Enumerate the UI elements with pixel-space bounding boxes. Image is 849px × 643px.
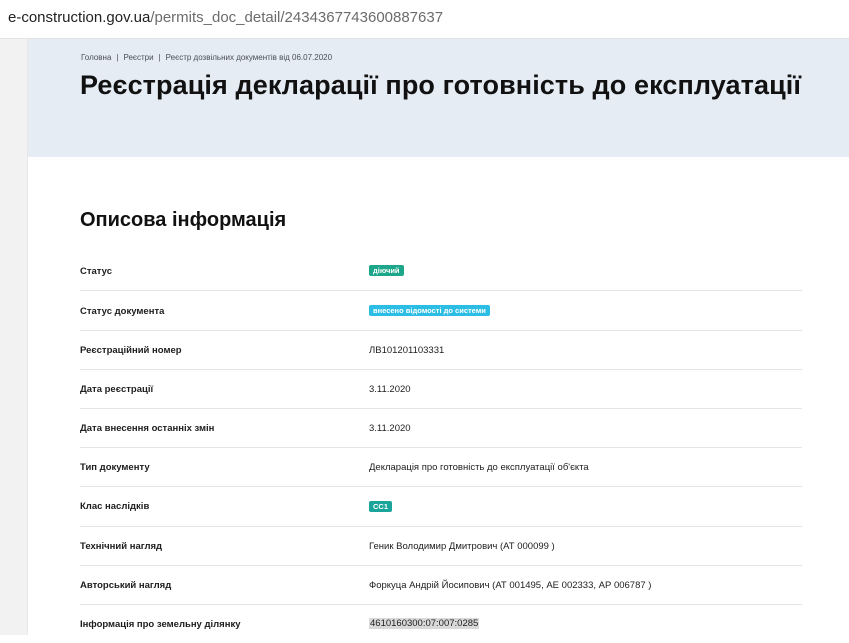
breadcrumb-separator: |	[158, 53, 161, 62]
status-badge: діючий	[369, 265, 404, 276]
row-value: Геник Володимир Дмитрович (АТ 000099 )	[369, 541, 555, 552]
row-value: внесено відомості до системи	[369, 305, 490, 316]
row-label: Статус документа	[80, 306, 165, 317]
url-text[interactable]: e-construction.gov.ua/permits_doc_detail…	[8, 9, 443, 26]
row-label: Авторський нагляд	[80, 580, 172, 591]
info-row-doc-type: Тип документу Декларація про готовність …	[80, 448, 802, 487]
row-label: Тип документу	[80, 462, 150, 473]
page-header: Головна | Реєстри | Реєстр дозвільних до…	[28, 39, 849, 157]
row-value: діючий	[369, 265, 404, 276]
url-host: e-construction.gov.ua	[8, 9, 151, 26]
breadcrumb-registries[interactable]: Реєстри	[123, 53, 153, 62]
row-value: 4610160300:07:007:0285	[369, 618, 480, 629]
row-value: 3.11.2020	[369, 384, 411, 395]
browser-address-bar[interactable]: e-construction.gov.ua/permits_doc_detail…	[0, 0, 849, 39]
row-value: 3.11.2020	[369, 423, 411, 434]
cadastral-number[interactable]: 4610160300:07:007:0285	[369, 618, 480, 629]
info-row-reg-number: Реєстраційний номер ЛВ101201103331	[80, 331, 802, 370]
info-row-status: Статус діючий	[80, 252, 802, 291]
info-row-author-supervision: Авторський нагляд Форкуца Андрій Йосипов…	[80, 566, 802, 605]
row-label: Реєстраційний номер	[80, 345, 182, 356]
row-value: Форкуца Андрій Йосипович (АТ 001495, АЕ …	[369, 580, 652, 591]
info-row-last-change: Дата внесення останніх змін 3.11.2020	[80, 409, 802, 448]
row-label: Статус	[80, 266, 113, 277]
page-title: Реєстрація декларації про готовність до …	[80, 70, 802, 100]
info-row-reg-date: Дата реєстрації 3.11.2020	[80, 370, 802, 409]
row-label: Дата внесення останніх змін	[80, 423, 215, 434]
class-badge: СС1	[369, 501, 393, 512]
row-label: Інформація про земельну ділянку	[80, 619, 241, 630]
breadcrumb: Головна | Реєстри | Реєстр дозвільних до…	[81, 53, 332, 62]
info-table: Статус діючий Статус документа внесено в…	[80, 252, 802, 643]
row-label: Технічний нагляд	[80, 541, 163, 552]
url-path: /permits_doc_detail/2434367743600887637	[150, 9, 444, 26]
breadcrumb-separator: |	[116, 53, 119, 62]
doc-status-badge: внесено відомості до системи	[369, 305, 490, 316]
row-value: Декларація про готовність до експлуатаці…	[369, 462, 589, 473]
breadcrumb-current: Реєстр дозвільних документів від 06.07.2…	[165, 53, 333, 62]
info-row-consequence-class: Клас наслідків СС1	[80, 487, 802, 527]
row-label: Клас наслідків	[80, 501, 150, 512]
info-row-tech-supervision: Технічний нагляд Геник Володимир Дмитров…	[80, 527, 802, 566]
left-gutter	[0, 39, 28, 635]
info-row-doc-status: Статус документа внесено відомості до си…	[80, 291, 802, 331]
section-title: Описова інформація	[80, 209, 287, 231]
info-row-land: Інформація про земельну ділянку 46101603…	[80, 605, 802, 643]
row-value: ЛВ101201103331	[369, 345, 445, 356]
breadcrumb-home[interactable]: Головна	[81, 53, 111, 62]
row-value: СС1	[369, 501, 393, 512]
row-label: Дата реєстрації	[80, 384, 154, 395]
